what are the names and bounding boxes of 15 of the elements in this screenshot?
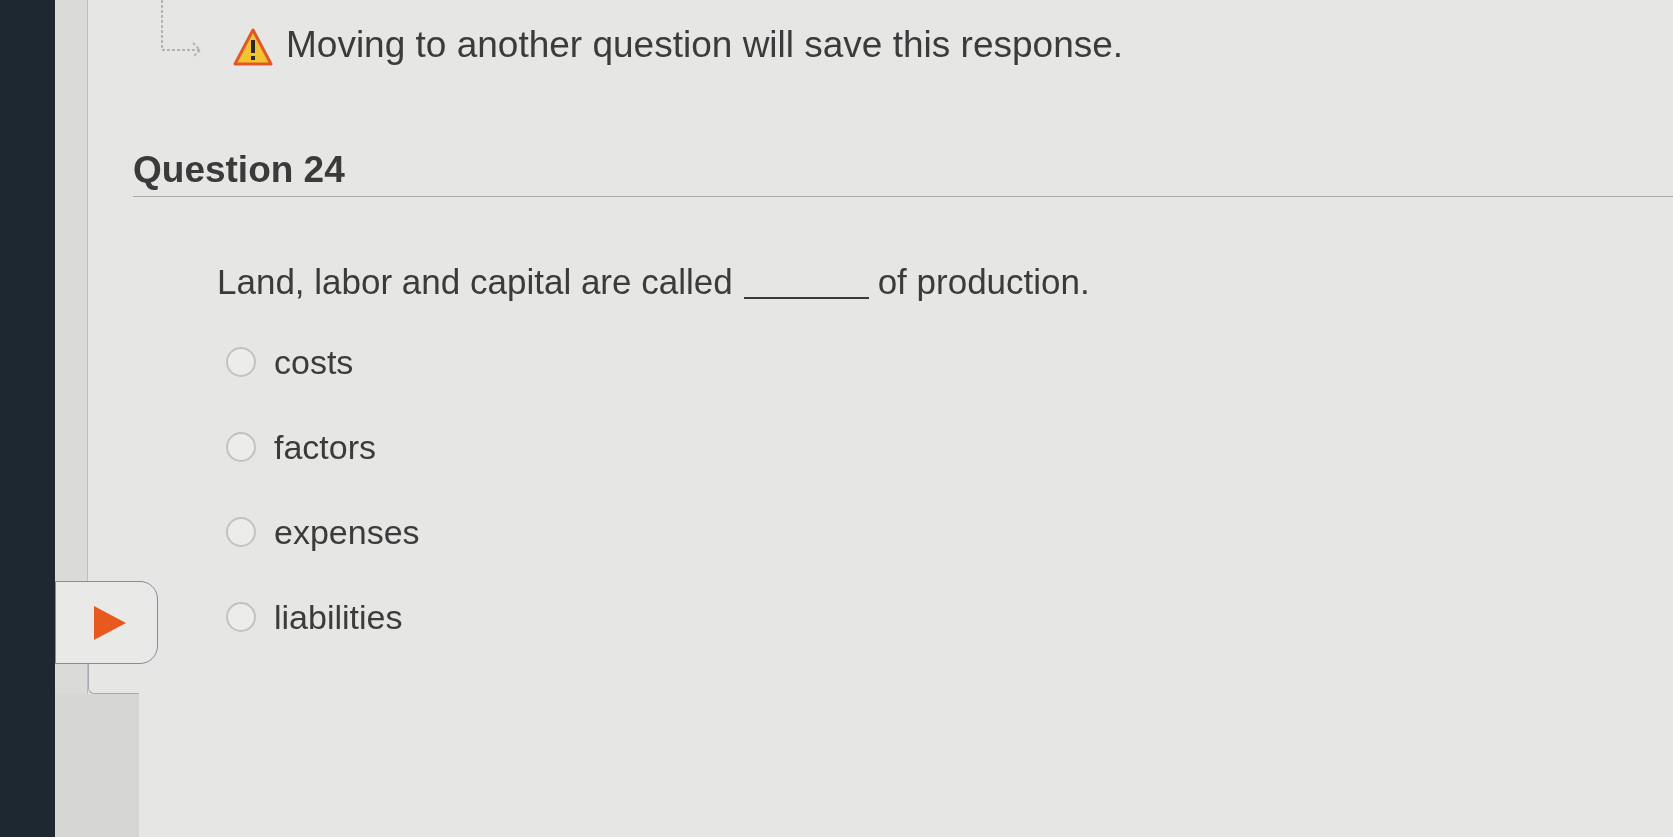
option-label[interactable]: expenses xyxy=(274,508,420,555)
triangle-icon xyxy=(94,605,126,640)
question-title: Question 24 xyxy=(133,148,345,192)
option-label[interactable]: liabilities xyxy=(274,593,403,640)
radio-button[interactable] xyxy=(226,601,256,632)
question-prompt: Land, labor and capital are called xyxy=(217,261,733,303)
option-label[interactable]: factors xyxy=(274,423,377,470)
radio-button[interactable] xyxy=(226,431,256,462)
radio-button[interactable] xyxy=(226,346,256,377)
notice-text: Moving to another question will save this response. xyxy=(286,23,1124,67)
option-label[interactable]: costs xyxy=(274,338,354,385)
question-prompt: of production. xyxy=(877,261,1090,303)
warning-icon xyxy=(233,28,273,66)
radio-button[interactable] xyxy=(226,516,256,547)
arrow-button[interactable] xyxy=(55,581,158,664)
